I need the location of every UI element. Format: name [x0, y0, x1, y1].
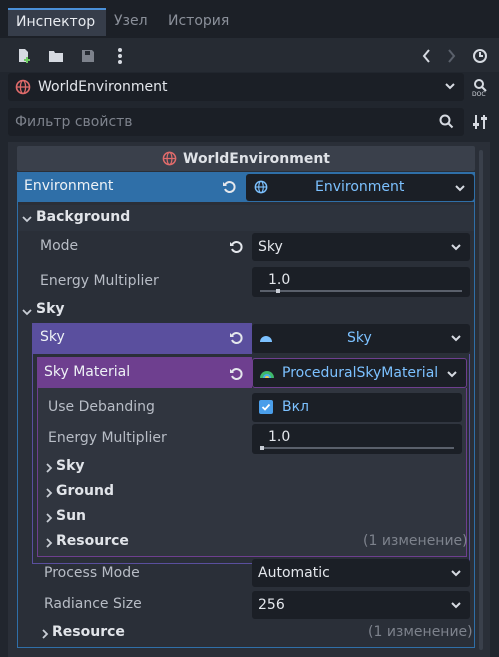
- settings-sliders-icon[interactable]: [470, 112, 490, 132]
- sky-resource-picker[interactable]: Sky: [252, 324, 470, 353]
- recent-history-icon[interactable]: [470, 46, 490, 66]
- mode-value: Sky: [258, 239, 283, 255]
- filter-placeholder: Фильтр свойств: [15, 114, 133, 130]
- sky-section-label: Sky: [36, 301, 65, 317]
- energy-multiplier-label: Energy Multiplier: [40, 273, 159, 289]
- slider-grabber[interactable]: [260, 446, 264, 450]
- procedural-sky-material-icon: [259, 367, 275, 383]
- chevron-down-icon[interactable]: [22, 305, 32, 321]
- doc-icon[interactable]: DOC: [470, 77, 490, 97]
- tab-history[interactable]: История: [168, 8, 229, 36]
- chevron-right-icon[interactable]: [45, 486, 53, 502]
- slider-grabber[interactable]: [275, 289, 280, 293]
- chevron-right-icon[interactable]: [45, 511, 53, 527]
- open-folder-icon[interactable]: [46, 46, 66, 66]
- sky-value: Sky: [347, 330, 372, 346]
- more-options-icon[interactable]: [110, 46, 130, 66]
- history-forward-icon[interactable]: [442, 46, 460, 66]
- environment-label: Environment: [24, 178, 114, 194]
- slider-track: [260, 290, 462, 292]
- globe-icon: [254, 180, 268, 198]
- process-mode-select[interactable]: Automatic: [252, 559, 470, 587]
- sky-energy-multiplier-value: 1.0: [268, 429, 291, 445]
- filter-properties-input[interactable]: Фильтр свойств: [8, 108, 464, 136]
- scrollbar[interactable]: [479, 150, 483, 650]
- background-section-label: Background: [36, 209, 131, 225]
- chevron-right-icon[interactable]: [45, 536, 53, 552]
- object-selector[interactable]: WorldEnvironment: [8, 73, 464, 101]
- sky-material-value: ProceduralSkyMaterial: [282, 365, 439, 381]
- group-resource[interactable]: Resource: [56, 533, 129, 549]
- history-back-icon[interactable]: [418, 46, 436, 66]
- header-title: WorldEnvironment: [183, 150, 330, 167]
- change-count: (1 изменение): [363, 533, 468, 549]
- revert-icon[interactable]: [229, 367, 243, 385]
- group-sky[interactable]: Sky: [56, 458, 85, 474]
- new-resource-icon[interactable]: [14, 46, 34, 66]
- radiance-size-label: Radiance Size: [44, 596, 142, 612]
- mode-select[interactable]: Sky: [252, 233, 470, 261]
- search-icon[interactable]: [439, 114, 454, 133]
- group-resource-sky[interactable]: Resource: [52, 624, 125, 640]
- inspector-toolbar: [0, 38, 499, 72]
- inspected-object-header: WorldEnvironment: [17, 146, 475, 171]
- chevron-down-icon[interactable]: [454, 182, 466, 198]
- sky-label: Sky: [40, 329, 65, 345]
- energy-multiplier-value: 1.0: [268, 272, 291, 288]
- world-environment-header-icon: [162, 151, 177, 166]
- process-mode-label: Process Mode: [44, 565, 140, 581]
- tab-inspector[interactable]: Инспектор: [8, 8, 106, 36]
- mode-label: Mode: [40, 238, 79, 254]
- radiance-size-select[interactable]: 256: [252, 591, 470, 619]
- chevron-down-icon[interactable]: [22, 212, 32, 228]
- use-debanding-label: Use Debanding: [48, 399, 155, 415]
- chevron-down-icon: [446, 368, 458, 384]
- revert-icon[interactable]: [222, 180, 236, 198]
- tab-node[interactable]: Узел: [114, 8, 148, 36]
- group-sun[interactable]: Sun: [56, 508, 86, 524]
- revert-icon[interactable]: [229, 331, 243, 349]
- sky-property-row: [32, 323, 252, 354]
- group-ground[interactable]: Ground: [56, 483, 114, 499]
- radiance-size-value: 256: [258, 597, 285, 613]
- save-icon[interactable]: [78, 46, 98, 66]
- revert-icon[interactable]: [229, 240, 243, 258]
- tab-bar: Инспектор Узел История: [0, 0, 499, 38]
- world-environment-icon: [15, 79, 31, 95]
- chevron-down-icon: [450, 599, 462, 615]
- object-name: WorldEnvironment: [38, 79, 168, 95]
- chevron-right-icon[interactable]: [45, 461, 53, 477]
- change-count: (1 изменение): [368, 624, 473, 640]
- checkbox-checked-icon[interactable]: [259, 400, 273, 414]
- svg-text:DOC: DOC: [472, 91, 486, 96]
- chevron-down-icon: [444, 80, 456, 96]
- slider-track: [260, 447, 454, 449]
- use-debanding-checkbox[interactable]: Вкл: [252, 393, 462, 422]
- chevron-right-icon[interactable]: [41, 627, 49, 643]
- process-mode-value: Automatic: [258, 565, 330, 581]
- use-debanding-value: Вкл: [282, 399, 310, 415]
- sky-icon: [259, 332, 273, 348]
- environment-resource-picker[interactable]: Environment: [246, 174, 474, 201]
- chevron-down-icon: [450, 332, 462, 348]
- sky-material-label: Sky Material: [44, 364, 131, 380]
- environment-value: Environment: [315, 179, 405, 195]
- energy-multiplier-slider[interactable]: 1.0: [252, 267, 470, 297]
- sky-material-resource-picker[interactable]: ProceduralSkyMaterial: [252, 358, 467, 388]
- sky-energy-multiplier-slider[interactable]: 1.0: [252, 424, 462, 454]
- chevron-down-icon: [450, 241, 462, 257]
- sky-energy-multiplier-label: Energy Multiplier: [48, 430, 167, 446]
- chevron-down-icon: [450, 567, 462, 583]
